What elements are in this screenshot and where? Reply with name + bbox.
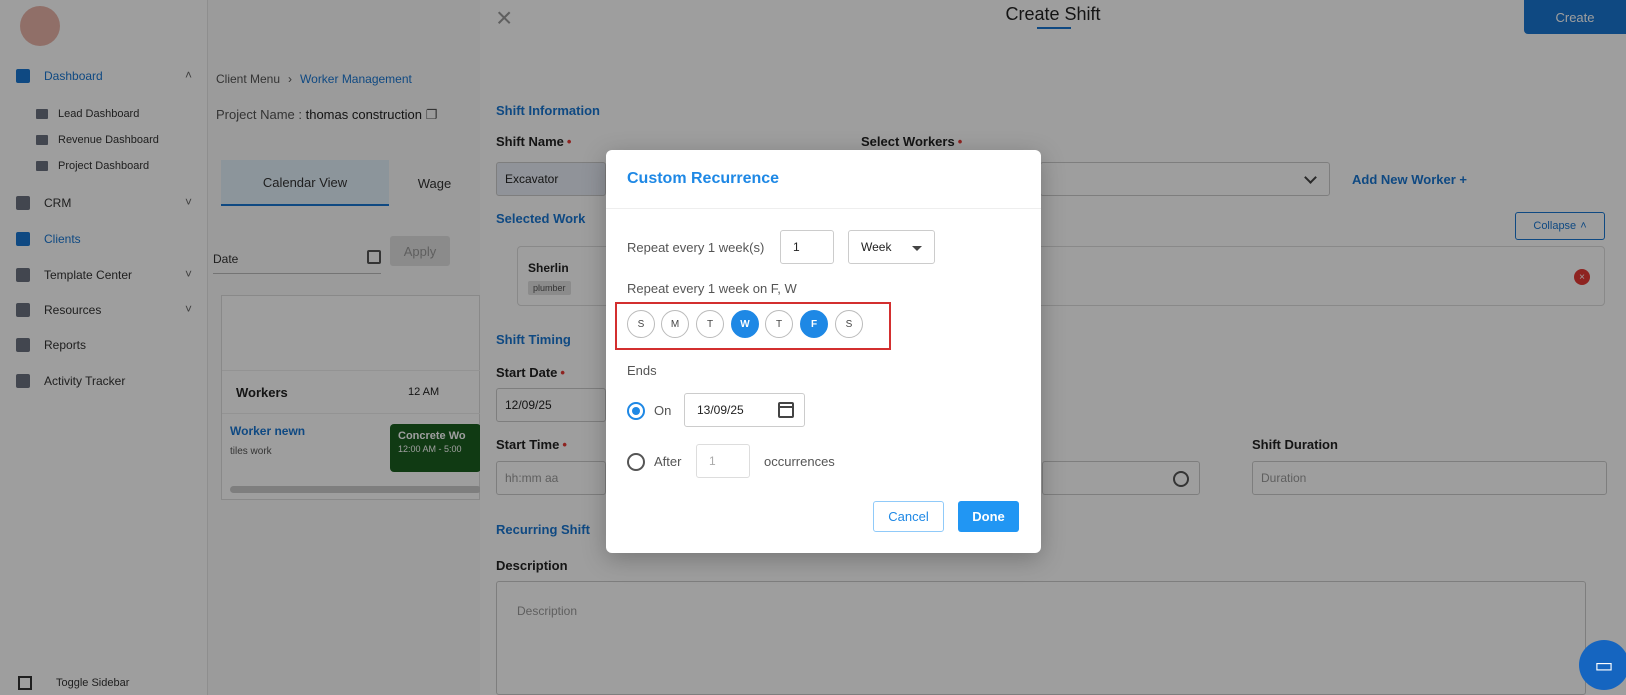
- chat-icon: ▭: [1594, 654, 1614, 677]
- day-toggle-saturday[interactable]: S: [835, 310, 863, 338]
- day-toggle-thursday[interactable]: T: [765, 310, 793, 338]
- occurrences-label: occurrences: [764, 454, 835, 469]
- day-toggle-tuesday[interactable]: T: [696, 310, 724, 338]
- ends-after-radio[interactable]: [627, 453, 645, 471]
- ends-on-label: On: [654, 403, 672, 418]
- ends-after-label: After: [654, 454, 682, 469]
- day-toggle-sunday[interactable]: S: [627, 310, 655, 338]
- day-toggle-monday[interactable]: M: [661, 310, 689, 338]
- repeat-count-input[interactable]: 1: [780, 230, 834, 264]
- dialog-title: Custom Recurrence: [606, 150, 1041, 209]
- ends-on-date-value: 13/09/25: [697, 403, 744, 417]
- repeat-every-label: Repeat every 1 week(s): [627, 240, 765, 255]
- calendar-icon[interactable]: [778, 402, 794, 418]
- repeat-unit-value: Week: [861, 240, 892, 254]
- custom-recurrence-dialog: Custom Recurrence Repeat every 1 week(s)…: [606, 150, 1041, 553]
- chat-button[interactable]: ▭: [1579, 640, 1626, 690]
- ends-on-radio[interactable]: [627, 402, 645, 420]
- ends-on-date-input[interactable]: 13/09/25: [684, 393, 805, 427]
- done-button[interactable]: Done: [958, 501, 1019, 532]
- day-toggle-wednesday[interactable]: W: [731, 310, 759, 338]
- cancel-button[interactable]: Cancel: [873, 501, 944, 532]
- repeat-unit-select[interactable]: Week: [848, 230, 935, 264]
- day-toggle-friday[interactable]: F: [800, 310, 828, 338]
- caret-down-icon: [912, 246, 922, 251]
- ends-label: Ends: [627, 363, 657, 378]
- occurrences-input[interactable]: 1: [696, 444, 750, 478]
- recurrence-summary: Repeat every 1 week on F, W: [627, 281, 797, 296]
